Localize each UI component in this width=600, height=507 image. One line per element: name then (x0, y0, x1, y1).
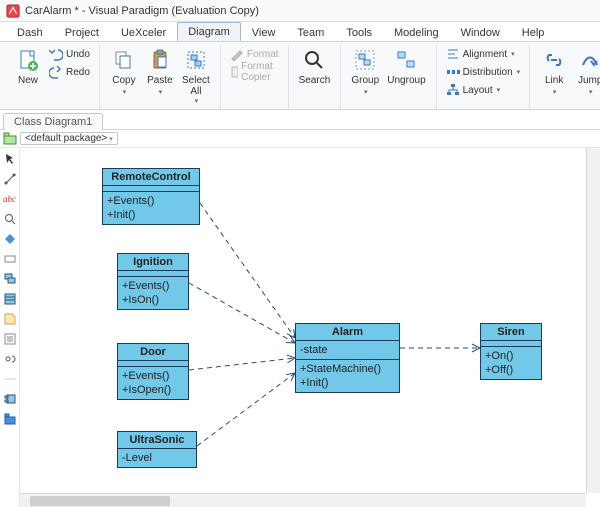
tab-class-diagram[interactable]: Class Diagram1 (3, 113, 103, 130)
class-name: RemoteControl (103, 169, 199, 186)
paste-icon (148, 48, 172, 72)
operations: +Events() +IsOpen() (118, 367, 188, 399)
class-door[interactable]: Door +Events() +IsOpen() (117, 343, 189, 400)
zoom-tool-icon[interactable] (3, 212, 17, 226)
diagram-canvas[interactable]: RemoteControl +Events() +Init() Ignition… (20, 148, 586, 493)
search-button[interactable]: Search (295, 45, 335, 89)
connector-tool-icon[interactable] (3, 172, 17, 186)
menu-window[interactable]: Window (450, 23, 511, 41)
ungroup-icon (394, 48, 418, 72)
search-icon (302, 48, 326, 72)
menu-diagram[interactable]: Diagram (177, 22, 241, 41)
package-selector[interactable]: <default package>▾ (20, 132, 118, 145)
new-icon (16, 48, 40, 72)
menu-dash[interactable]: Dash (6, 23, 54, 41)
layout-icon (446, 83, 460, 97)
menu-view[interactable]: View (241, 23, 287, 41)
operations: +Events() +IsOn() (118, 277, 188, 309)
cursor-tool-icon[interactable] (3, 152, 17, 166)
group-button[interactable]: Group▾ (347, 45, 383, 101)
component-tool-icon[interactable] (3, 392, 17, 406)
class-name: Alarm (296, 324, 399, 341)
diamond-tool-icon[interactable] (3, 232, 17, 246)
menu-uexceler[interactable]: UeXceler (110, 23, 177, 41)
class-name: Ignition (118, 254, 188, 271)
class-tool-icon[interactable] (3, 292, 17, 306)
ribbon: New Undo Redo Copy▾ Paste▾ Select All▾ F… (0, 42, 600, 110)
redo-button[interactable]: Redo (46, 63, 93, 81)
menu-project[interactable]: Project (54, 23, 110, 41)
copy-icon (112, 48, 136, 72)
group-icon (353, 48, 377, 72)
window-title: CarAlarm * - Visual Paradigm (Evaluation… (25, 5, 259, 17)
redo-icon (49, 65, 63, 79)
format-copier-button[interactable]: Format Copier (227, 63, 282, 81)
new-button[interactable]: New (10, 45, 46, 89)
workspace: abc Re (0, 148, 600, 507)
attributes: -Level (118, 449, 196, 467)
package-icon (3, 132, 17, 146)
operations: +StateMachine() +Init() (296, 360, 399, 392)
menu-team[interactable]: Team (286, 23, 335, 41)
horizontal-scrollbar[interactable] (20, 493, 586, 507)
sep-icon (3, 372, 17, 386)
select-all-button[interactable]: Select All▾ (178, 45, 214, 108)
operations: +Events() +Init() (103, 192, 199, 224)
list-tool-icon[interactable] (3, 332, 17, 346)
class-name: UltraSonic (118, 432, 196, 449)
attributes: -state (296, 341, 399, 360)
copy-button[interactable]: Copy▾ (106, 45, 142, 101)
note-tool-icon[interactable] (3, 312, 17, 326)
format-icon (230, 47, 244, 61)
format-copier-icon (230, 65, 238, 79)
layout-button[interactable]: Layout▾ (443, 81, 524, 99)
ungroup-button[interactable]: Ungroup (383, 45, 429, 89)
class-name: Siren (481, 324, 541, 341)
undo-icon (49, 47, 63, 61)
rect-tool-icon[interactable] (3, 252, 17, 266)
jump-button[interactable]: Jump▾ (572, 45, 600, 101)
jump-icon (578, 48, 600, 72)
class-ignition[interactable]: Ignition +Events() +IsOn() (117, 253, 189, 310)
vertical-scrollbar[interactable] (586, 148, 600, 493)
alignment-icon (446, 47, 460, 61)
menu-help[interactable]: Help (511, 23, 556, 41)
menu-bar: Dash Project UeXceler Diagram View Team … (0, 22, 600, 42)
canvas-viewport[interactable]: RemoteControl +Events() +Init() Ignition… (20, 148, 600, 507)
link-button[interactable]: Link▾ (536, 45, 572, 101)
class-remotecontrol[interactable]: RemoteControl +Events() +Init() (102, 168, 200, 225)
overlap-tool-icon[interactable] (3, 272, 17, 286)
menu-tools[interactable]: Tools (335, 23, 383, 41)
document-tabs: Class Diagram1 (0, 110, 600, 130)
package-tool-icon[interactable] (3, 412, 17, 426)
class-name: Door (118, 344, 188, 361)
operations: +On() +Off() (481, 347, 541, 379)
select-all-icon (184, 48, 208, 72)
undo-button[interactable]: Undo (46, 45, 93, 63)
tool-palette: abc (0, 148, 20, 507)
class-ultrasonic[interactable]: UltraSonic -Level (117, 431, 197, 468)
class-siren[interactable]: Siren +On() +Off() (480, 323, 542, 380)
link-icon (542, 48, 566, 72)
app-logo-icon (6, 4, 20, 18)
distribution-icon (446, 65, 460, 79)
paste-button[interactable]: Paste▾ (142, 45, 178, 101)
text-tool-icon[interactable]: abc (3, 192, 17, 206)
ball-socket-tool-icon[interactable] (3, 352, 17, 366)
title-bar: CarAlarm * - Visual Paradigm (Evaluation… (0, 0, 600, 22)
breadcrumb: <default package>▾ (0, 130, 600, 148)
distribution-button[interactable]: Distribution▾ (443, 63, 524, 81)
menu-modeling[interactable]: Modeling (383, 23, 450, 41)
alignment-button[interactable]: Alignment▾ (443, 45, 524, 63)
class-alarm[interactable]: Alarm -state +StateMachine() +Init() (295, 323, 400, 393)
